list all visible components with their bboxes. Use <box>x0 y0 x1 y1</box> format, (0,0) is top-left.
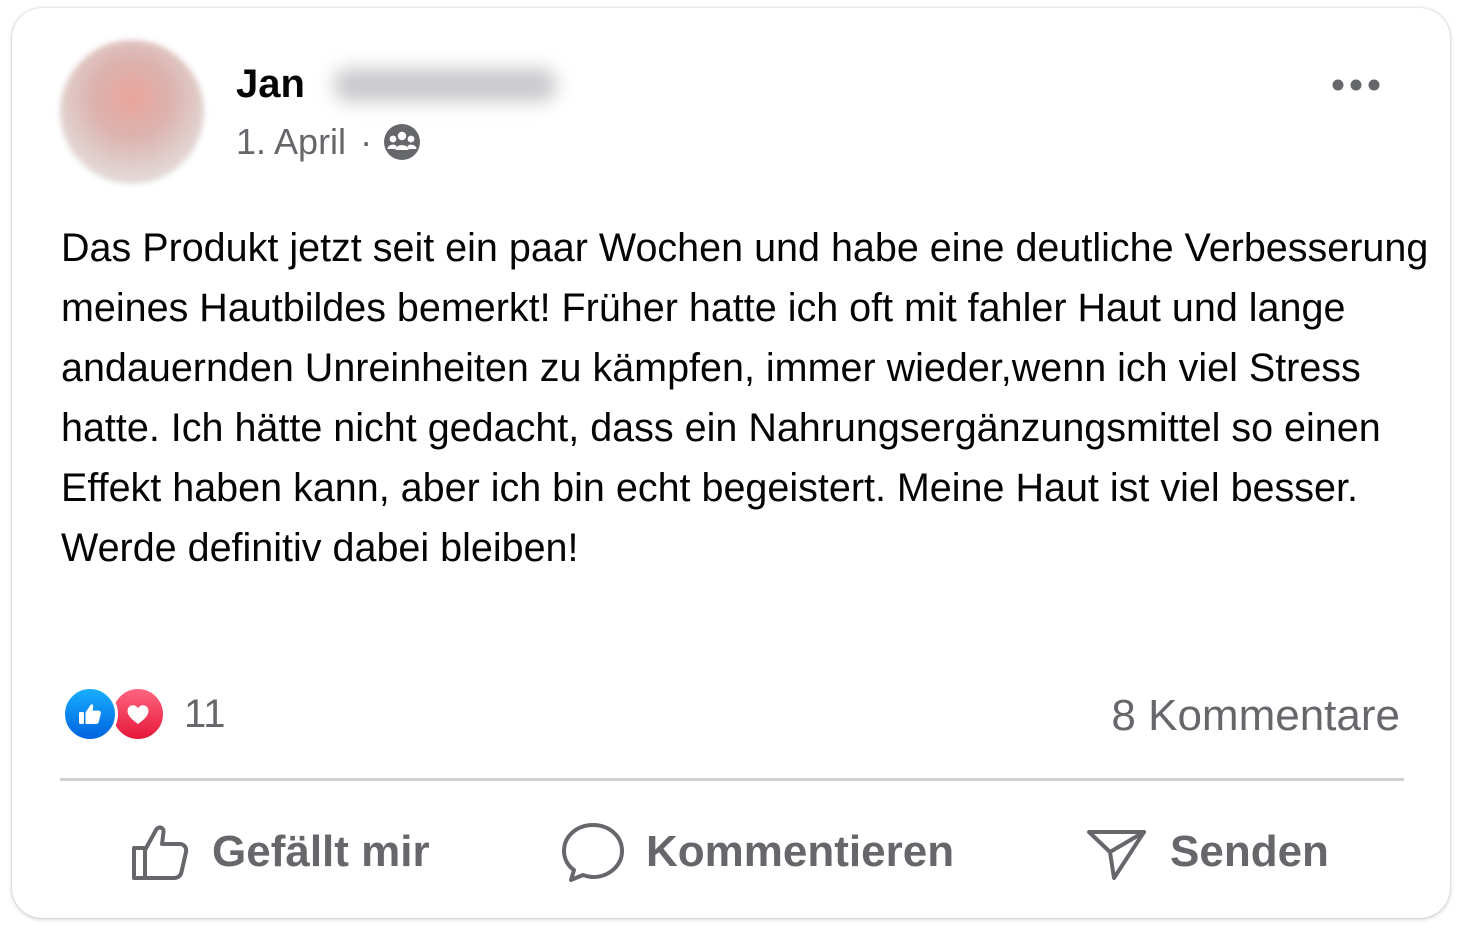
avatar[interactable] <box>60 40 204 184</box>
like-button-label: Gefällt mir <box>212 827 430 876</box>
post-date[interactable]: 1. April <box>236 120 346 164</box>
divider <box>60 778 1404 781</box>
post-meta: 1. April · <box>236 120 422 164</box>
meta-separator: · <box>360 121 373 162</box>
more-options-icon[interactable] <box>1330 70 1384 100</box>
send-icon <box>1087 830 1146 880</box>
like-button[interactable]: Gefällt mir <box>128 820 430 884</box>
send-button[interactable]: Senden <box>1084 820 1329 884</box>
comments-count[interactable]: 8 Kommentare <box>1111 690 1400 742</box>
comment-icon <box>562 823 624 882</box>
comment-button[interactable]: Kommentieren <box>560 820 954 884</box>
post-card: Jan 1. April · Das Produkt jetzt seit ei… <box>12 8 1450 918</box>
like-icon <box>62 686 118 742</box>
group-icon[interactable] <box>382 122 422 162</box>
thumbs-up-icon <box>132 825 189 880</box>
author-last-name-redacted <box>334 68 556 102</box>
send-button-label: Senden <box>1170 827 1329 876</box>
reaction-count: 11 <box>184 692 226 736</box>
love-icon <box>110 686 166 742</box>
comment-button-label: Kommentieren <box>646 827 955 876</box>
reactions-summary[interactable]: 11 <box>62 686 226 742</box>
post-text: Das Produkt jetzt seit ein paar Wochen u… <box>61 226 1429 570</box>
author-name[interactable]: Jan <box>236 60 305 108</box>
